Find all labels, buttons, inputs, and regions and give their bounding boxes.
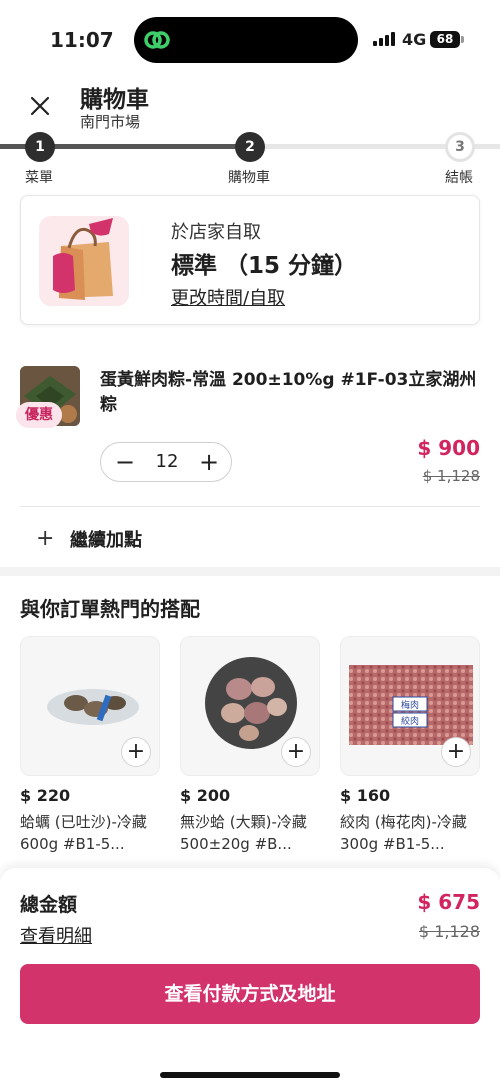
status-time: 11:07	[50, 28, 114, 52]
card-name: 蛤蠣 (已吐沙)-冷藏 600g #B1-5...	[20, 813, 147, 853]
quantity-value: 12	[155, 451, 179, 472]
recommendation-card[interactable]: 梅肉 絞肉 + $ 160 絞肉 (梅花肉)-冷藏 300g #B1-5...	[340, 636, 480, 855]
item-price: $ 900	[417, 436, 480, 460]
pack-label-bottom: 絞肉	[401, 715, 419, 727]
view-details-link[interactable]: 查看明細	[20, 922, 92, 948]
recommendation-card[interactable]: + $ 220 蛤蠣 (已吐沙)-冷藏 600g #B1-5...	[20, 636, 160, 855]
step-1-label: 菜單	[25, 170, 53, 186]
item-original-price: $ 1,128	[422, 467, 480, 485]
signal-icon	[373, 32, 399, 46]
order-summary-sheet: 總金額 查看明細 $ 675 $ 1,128 查看付款方式及地址	[0, 868, 500, 1087]
increase-quantity-button[interactable]: +	[189, 443, 229, 481]
total-label: 總金額	[20, 894, 78, 916]
link-app-icon	[144, 31, 170, 49]
step-1-marker: 1	[25, 132, 55, 162]
card-name: 絞肉 (梅花肉)-冷藏 300g #B1-5...	[340, 813, 467, 853]
battery-tip	[461, 36, 464, 43]
section-divider	[0, 567, 500, 576]
network-type: 4G	[402, 30, 427, 49]
dynamic-island	[134, 17, 358, 63]
pickup-card: 於店家自取 標準 （15 分鐘） 更改時間/自取	[20, 195, 480, 325]
recommendations-title: 與你訂單熱門的搭配	[20, 597, 200, 621]
clam-pack-image: +	[20, 636, 160, 776]
page-title: 購物車	[80, 87, 149, 113]
card-price: $ 160	[340, 786, 391, 805]
divider	[20, 506, 480, 507]
step-2-marker: 2	[235, 132, 265, 162]
promo-badge: 優惠	[16, 402, 62, 428]
home-indicator[interactable]	[160, 1072, 340, 1078]
ground-pork-image: 梅肉 絞肉 +	[340, 636, 480, 776]
checkout-button[interactable]: 查看付款方式及地址	[20, 964, 480, 1024]
clam-plate-image: +	[180, 636, 320, 776]
total-amount: $ 675	[417, 890, 480, 914]
step-3-label: 結帳	[445, 170, 473, 186]
store-name: 南門市場	[80, 113, 141, 131]
original-total: $ 1,128	[418, 922, 480, 941]
add-more-label: 繼續加點	[70, 530, 142, 551]
add-to-cart-button[interactable]: +	[441, 737, 471, 767]
add-to-cart-button[interactable]: +	[121, 737, 151, 767]
pickup-eta: 標準 （15 分鐘）	[171, 253, 358, 279]
step-3-marker: 3	[445, 132, 475, 162]
card-price: $ 200	[180, 786, 231, 805]
close-icon[interactable]	[28, 94, 52, 118]
product-name: 蛋黃鮮肉粽-常溫 200±10%g #1F-03立家湖州粽	[100, 370, 477, 415]
add-to-cart-button[interactable]: +	[281, 737, 311, 767]
pack-label-top: 梅肉	[401, 699, 419, 711]
card-price: $ 220	[20, 786, 71, 805]
pickup-mode: 於店家自取	[171, 222, 261, 243]
decrease-quantity-button[interactable]: −	[105, 443, 145, 481]
change-pickup-link[interactable]: 更改時間/自取	[171, 284, 285, 310]
card-name: 無沙蛤 (大顆)-冷藏 500±20g #B...	[180, 813, 307, 853]
shopping-bag-illustration	[39, 216, 129, 306]
battery-icon: 68	[430, 31, 460, 48]
recommendation-card[interactable]: + $ 200 無沙蛤 (大顆)-冷藏 500±20g #B...	[180, 636, 320, 855]
status-bar: 11:07 4G 68	[0, 0, 500, 70]
plus-icon: +	[36, 526, 55, 551]
step-2-label: 購物車	[228, 170, 270, 186]
quantity-stepper: − 12 +	[100, 442, 232, 482]
